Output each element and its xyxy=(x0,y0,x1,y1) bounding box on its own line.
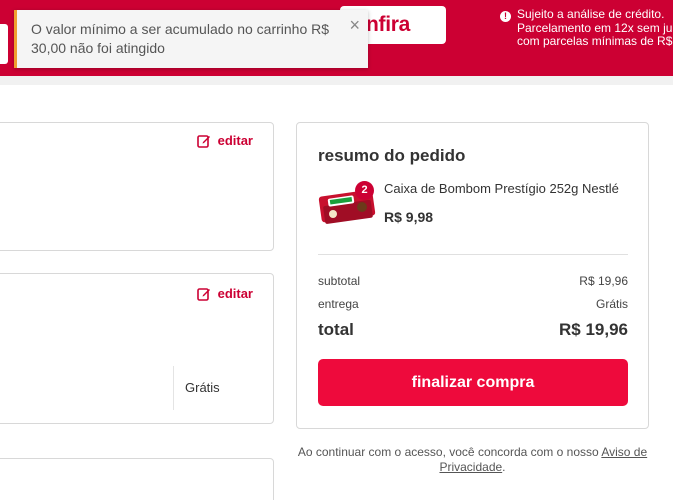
payment-card xyxy=(0,458,274,500)
privacy-text-end: . xyxy=(502,460,506,474)
product-price: R$ 9,98 xyxy=(384,209,434,225)
privacy-text: Ao continuar com o acesso, você concorda… xyxy=(297,445,602,459)
delivery-value: Grátis xyxy=(595,297,628,311)
logo-edge xyxy=(0,24,8,64)
header-shadow-strip xyxy=(0,76,673,85)
total-label: total xyxy=(318,320,354,339)
confira-label: nfira xyxy=(366,13,411,36)
min-value-toast: O valor mínimo a ser acumulado no carrin… xyxy=(14,10,368,68)
privacy-note: Ao continuar com o acesso, você concorda… xyxy=(296,445,649,475)
edit-icon xyxy=(196,134,210,148)
delivery-label: entrega xyxy=(318,297,359,311)
divider xyxy=(318,254,628,255)
credit-notice: ! Sujeito a análise de crédito. Parcelame… xyxy=(500,8,673,52)
credit-notice-line2: Parcelamento em 12x sem ju xyxy=(517,21,673,35)
close-icon[interactable]: × xyxy=(349,16,360,34)
product-name: Caixa de Bombom Prestígio 252g Nestlé xyxy=(384,181,619,196)
edit-icon xyxy=(196,287,210,301)
shipping-card: editar Grátis xyxy=(0,273,274,424)
credit-notice-line1: ! Sujeito a análise de crédito. xyxy=(500,8,673,22)
delivery-row: entrega Grátis xyxy=(318,297,628,311)
alert-icon: ! xyxy=(500,11,511,22)
divider xyxy=(173,366,174,410)
address-card: editar xyxy=(0,122,274,251)
order-summary: resumo do pedido 2 Caixa de Bombom Prest… xyxy=(296,122,649,429)
credit-notice-line3: com parcelas mínimas de R$ xyxy=(517,33,673,48)
subtotal-label: subtotal xyxy=(318,274,361,288)
subtotal-value: R$ 19,96 xyxy=(579,274,628,288)
edit-shipping-link[interactable]: editar xyxy=(196,286,253,301)
toast-message: O valor mínimo a ser acumulado no carrin… xyxy=(31,21,330,56)
total-row: total R$ 19,96 xyxy=(318,320,628,340)
edit-address-link[interactable]: editar xyxy=(196,133,253,148)
edit-label: editar xyxy=(217,286,253,301)
subtotal-row: subtotal R$ 19,96 xyxy=(318,274,628,288)
quantity-badge: 2 xyxy=(355,181,374,200)
edit-label: editar xyxy=(217,133,253,148)
checkout-button[interactable]: finalizar compra xyxy=(318,359,628,406)
summary-title: resumo do pedido xyxy=(318,146,466,165)
shipping-price: Grátis xyxy=(185,380,220,395)
total-value: R$ 19,96 xyxy=(559,320,628,339)
